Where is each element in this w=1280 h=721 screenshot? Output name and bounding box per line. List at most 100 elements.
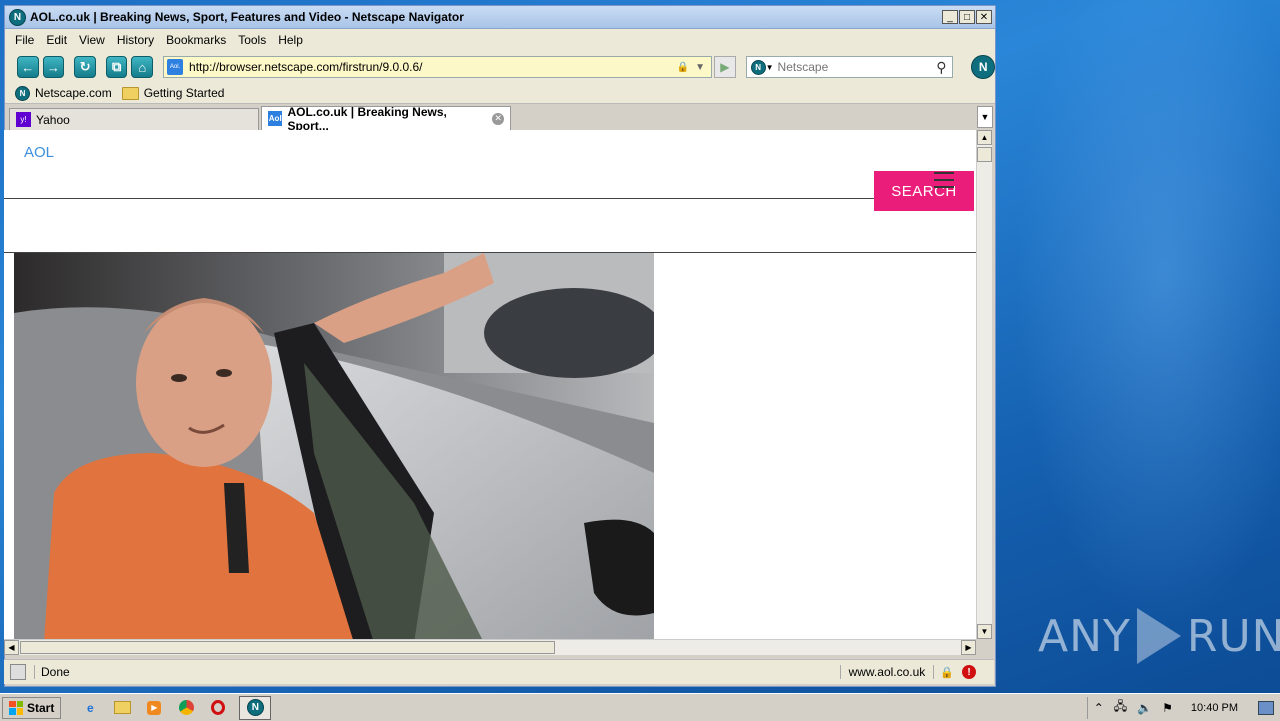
play-icon [1136, 608, 1181, 664]
yahoo-icon: y! [16, 112, 31, 127]
show-desktop-icon[interactable] [1258, 700, 1274, 715]
scroll-right-button[interactable]: ▶ [961, 640, 976, 655]
search-button[interactable]: SEARCH [874, 171, 974, 211]
horizontal-scroll-thumb[interactable] [20, 641, 555, 654]
vertical-scrollbar[interactable]: ▲ ▼ [976, 130, 992, 639]
new-tab-button[interactable]: ⧉ [105, 56, 128, 78]
menu-help[interactable]: Help [278, 33, 303, 47]
scroll-up-button[interactable]: ▲ [977, 130, 992, 145]
minimize-button[interactable]: _ [942, 10, 958, 24]
tab-list-dropdown[interactable]: ▼ [977, 106, 993, 128]
url-icons: 🔒 ▼ [677, 62, 705, 73]
start-button[interactable]: Start [2, 696, 62, 719]
bookmark-label: Getting Started [143, 86, 225, 100]
netscape-icon: N [246, 699, 264, 716]
volume-icon[interactable]: 🔈 [1137, 701, 1152, 715]
menu-bookmarks[interactable]: Bookmarks [166, 33, 226, 47]
netscape-icon: N [9, 8, 26, 26]
forward-button[interactable]: → [42, 56, 65, 78]
close-button[interactable]: ✕ [976, 10, 992, 24]
status-text: Done [34, 665, 840, 679]
horizontal-scrollbar[interactable]: ◀ ▶ [4, 639, 976, 655]
status-site: www.aol.co.uk [839, 665, 935, 679]
window-controls: _ □ ✕ [942, 10, 992, 24]
file-explorer-icon[interactable] [111, 697, 133, 719]
chevron-down-icon: ▼ [980, 112, 990, 122]
chevron-down-icon: ▼ [765, 62, 774, 72]
article-photo[interactable] [14, 253, 654, 639]
clock[interactable]: 10:40 PM [1191, 702, 1238, 714]
netscape-taskbar-button[interactable]: N [239, 695, 272, 720]
back-arrow-icon: ← [21, 59, 35, 75]
media-player-icon[interactable]: ▶ [143, 697, 165, 719]
bookmark-netscape[interactable]: N Netscape.com [15, 85, 112, 101]
back-button[interactable]: ← [17, 56, 39, 78]
aol-icon: Aol [268, 111, 283, 126]
lock-icon: 🔒 [940, 666, 954, 679]
menu-history[interactable]: History [117, 33, 154, 47]
url-dropdown-icon[interactable]: ▼ [695, 62, 705, 73]
start-label: Start [27, 700, 55, 715]
tabs-icon: ⧉ [111, 59, 122, 74]
system-tray: ⌃ 🖧 🔈 ⚑ 10:40 PM [1086, 696, 1280, 719]
header-divider [4, 198, 874, 199]
menu-file[interactable]: File [15, 33, 34, 47]
menu-bar: File Edit View History Bookmarks Tools H… [5, 29, 995, 51]
page-content: AOL SEARCH [4, 130, 976, 639]
close-tab-icon[interactable]: ✕ [492, 112, 504, 125]
watermark-text-left: ANY [1038, 610, 1131, 662]
tab-aol[interactable]: Aol AOL.co.uk | Breaking News, Sport... … [261, 104, 511, 133]
home-button[interactable]: ⌂ [131, 56, 154, 78]
tab-yahoo[interactable]: y! Yahoo [9, 108, 259, 130]
go-button[interactable]: ▶ [714, 56, 736, 78]
window-title: AOL.co.uk | Breaking News, Sport, Featur… [30, 10, 464, 24]
tab-strip: y! Yahoo Aol AOL.co.uk | Breaking News, … [5, 104, 995, 133]
action-center-flag-icon[interactable]: ⚑ [1162, 701, 1173, 715]
search-input[interactable] [777, 60, 937, 74]
maximize-button[interactable]: □ [959, 10, 975, 24]
netscape-icon: N [15, 85, 30, 101]
reload-button[interactable]: ↻ [74, 56, 96, 78]
netscape-icon: N [750, 59, 766, 75]
folder-icon [121, 86, 139, 100]
watermark-text-right: RUN [1186, 610, 1280, 662]
chrome-icon[interactable] [175, 697, 197, 719]
scroll-down-button[interactable]: ▼ [977, 624, 992, 639]
forward-arrow-icon: → [46, 59, 60, 75]
taskbar: Start e ▶ N ⌃ 🖧 🔈 ⚑ 10:40 PM [0, 693, 1280, 721]
url-text[interactable]: http://browser.netscape.com/firstrun/9.0… [189, 60, 677, 74]
scroll-left-button[interactable]: ◀ [4, 640, 19, 655]
navigation-toolbar: ← → ↻ ⧉ ⌂ Aol. http://browser.netscape.c… [5, 51, 996, 83]
search-icon[interactable]: ⚲ [936, 59, 946, 76]
menu-icon[interactable] [934, 172, 954, 193]
show-hidden-icons-icon[interactable]: ⌃ [1094, 701, 1104, 715]
home-icon: ⌂ [138, 59, 147, 75]
menu-edit[interactable]: Edit [46, 33, 67, 47]
menu-tools[interactable]: Tools [238, 33, 266, 47]
title-bar[interactable]: N AOL.co.uk | Breaking News, Sport, Feat… [5, 6, 995, 29]
play-arrow-icon: ▶ [720, 60, 730, 74]
lock-icon: 🔒 [676, 61, 690, 73]
bookmarks-toolbar: N Netscape.com Getting Started [5, 83, 995, 104]
aol-favicon: Aol. [167, 59, 184, 75]
search-box[interactable]: N ▼ ⚲ [745, 56, 954, 78]
status-bar: Done www.aol.co.uk 🔒 ! [4, 659, 994, 684]
network-icon[interactable]: 🖧 [1114, 697, 1127, 718]
opera-icon[interactable] [207, 697, 229, 719]
bookmark-getting-started[interactable]: Getting Started [121, 86, 225, 100]
menu-view[interactable]: View [79, 33, 105, 47]
desktop-background [990, 0, 1280, 690]
tab-label: AOL.co.uk | Breaking News, Sport... [287, 104, 447, 133]
url-bar[interactable]: Aol. http://browser.netscape.com/firstru… [163, 56, 713, 78]
bookmark-label: Netscape.com [35, 86, 112, 100]
aol-logo[interactable]: AOL [24, 144, 54, 161]
search-engine-selector[interactable]: N ▼ [750, 59, 774, 75]
page-info-icon[interactable] [10, 664, 26, 680]
windows-flag-icon [9, 700, 23, 715]
netscape-brand-icon[interactable]: N [971, 55, 996, 79]
tab-label: Yahoo [36, 112, 70, 127]
internet-explorer-icon[interactable]: e [79, 697, 101, 719]
vertical-scroll-thumb[interactable] [977, 147, 992, 162]
error-icon[interactable]: ! [962, 665, 976, 679]
reload-icon: ↻ [79, 59, 91, 74]
